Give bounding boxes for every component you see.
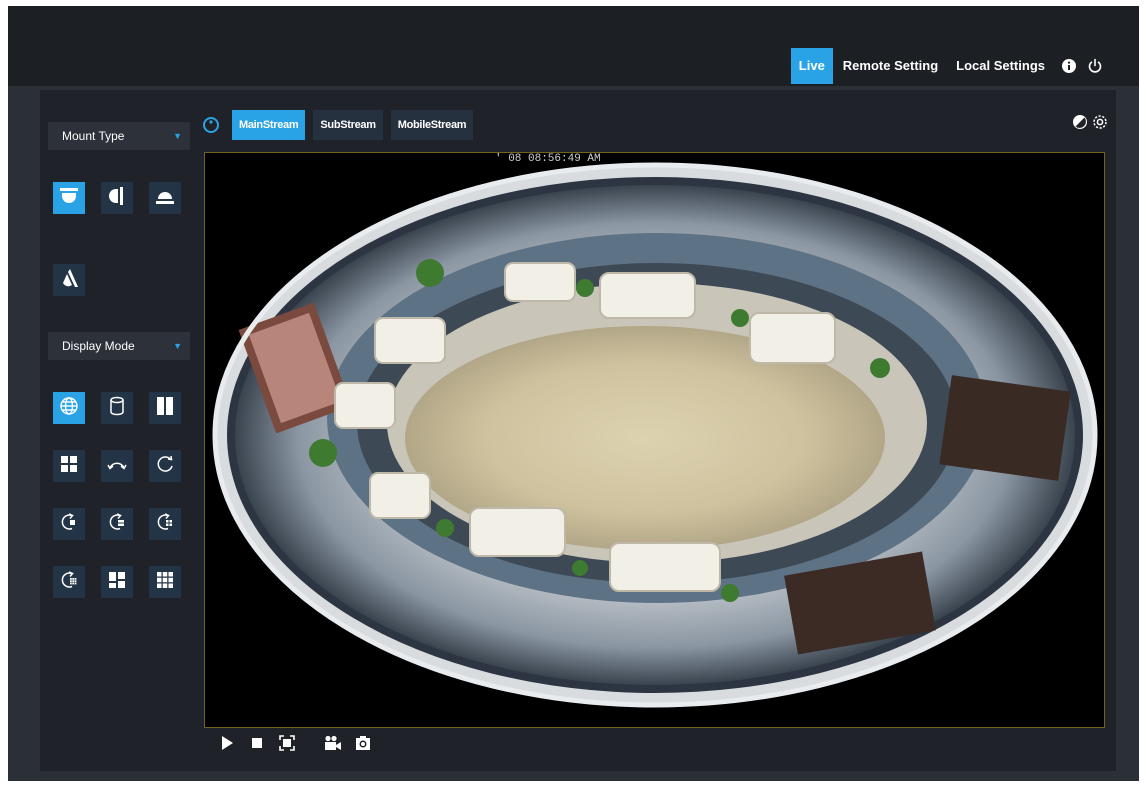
top-navigation-bar: Live Remote Setting Local Settings	[8, 6, 1139, 86]
table-mount-icon	[154, 185, 176, 212]
nav-remote-setting[interactable]: Remote Setting	[835, 48, 946, 84]
fullscreen-icon	[279, 734, 295, 756]
chevron-down-icon: ▼	[173, 131, 182, 141]
quad-view-button[interactable]	[53, 450, 85, 482]
tilted-mount-button[interactable]	[53, 264, 85, 296]
arc-icon	[106, 453, 128, 480]
fisheye-video-feed[interactable]: ' 08 08:56:49 AM	[204, 152, 1105, 728]
main-nav: Live Remote Setting Local Settings	[789, 48, 1105, 84]
display-mode-dropdown[interactable]: Display Mode ▼	[48, 332, 190, 360]
rotate-4p-button[interactable]	[149, 508, 181, 540]
grid-9-button[interactable]	[149, 566, 181, 598]
tab-mainstream[interactable]: MainStream	[232, 110, 306, 140]
nav-live[interactable]: Live	[790, 48, 833, 84]
tab-substream[interactable]: SubStream	[313, 110, 383, 140]
wall-mount-button[interactable]	[101, 182, 133, 214]
playback-controls	[216, 733, 382, 757]
rotate-1p-button[interactable]	[53, 508, 85, 540]
fullscreen-button[interactable]	[276, 734, 298, 756]
app-window: Live Remote Setting Local Settings Mount…	[8, 6, 1139, 781]
stop-icon	[251, 736, 263, 754]
quad-split-button[interactable]	[101, 566, 133, 598]
mount-type-label: Mount Type	[62, 129, 125, 143]
display-mode-label: Display Mode	[62, 339, 135, 353]
rotate-view-button[interactable]	[149, 450, 181, 482]
live-view-area: MainStream SubStream MobileStream ' 08 0…	[202, 90, 1112, 771]
wall-mount-icon	[106, 185, 128, 212]
rotate-2p-button[interactable]	[101, 508, 133, 540]
ceiling-mount-button[interactable]	[53, 182, 85, 214]
view-tools	[1072, 114, 1108, 130]
fisheye-mode-icon[interactable]	[202, 116, 220, 134]
chevron-down-icon: ▼	[173, 341, 182, 351]
nav-local-settings[interactable]: Local Settings	[948, 48, 1053, 84]
stop-button[interactable]	[246, 734, 268, 756]
camera-icon	[355, 735, 371, 756]
timestamp-overlay: ' 08 08:56:49 AM	[495, 153, 601, 165]
rotate-2p-icon	[106, 511, 128, 538]
fisheye-view-button[interactable]	[53, 392, 85, 424]
rotate-9p-icon	[58, 569, 80, 596]
quad-split-icon	[106, 569, 128, 596]
tilted-mount-icon	[58, 267, 80, 294]
rotate-1p-icon	[58, 511, 80, 538]
ceiling-mount-icon	[58, 185, 80, 212]
arc-view-button[interactable]	[101, 450, 133, 482]
fisheye-globe-icon	[58, 395, 80, 422]
tab-mobilestream[interactable]: MobileStream	[390, 110, 474, 140]
rotate-icon	[154, 453, 176, 480]
cylinder-view-button[interactable]	[101, 392, 133, 424]
info-icon[interactable]	[1059, 48, 1079, 84]
grid-9-icon	[154, 569, 176, 596]
play-button[interactable]	[216, 734, 238, 756]
table-mount-button[interactable]	[149, 182, 181, 214]
power-icon[interactable]	[1085, 48, 1105, 84]
video-camera-icon	[324, 735, 342, 756]
rotate-9p-button[interactable]	[53, 566, 85, 598]
mount-type-dropdown[interactable]: Mount Type ▼	[48, 122, 190, 150]
play-icon	[220, 735, 234, 756]
stream-tabs: MainStream SubStream MobileStream	[202, 110, 474, 140]
cylinder-icon	[106, 395, 128, 422]
settings-gear-icon[interactable]	[1092, 114, 1108, 130]
color-adjust-icon[interactable]	[1072, 114, 1088, 130]
dual-panorama-icon	[154, 395, 176, 422]
snapshot-button[interactable]	[352, 734, 374, 756]
record-button[interactable]	[322, 734, 344, 756]
dual-panorama-button[interactable]	[149, 392, 181, 424]
fisheye-image	[205, 153, 1104, 727]
main-panel: Mount Type ▼ Display Mode ▼ MainStream S…	[40, 90, 1116, 771]
rotate-4p-icon	[154, 511, 176, 538]
quad-view-icon	[58, 453, 80, 480]
